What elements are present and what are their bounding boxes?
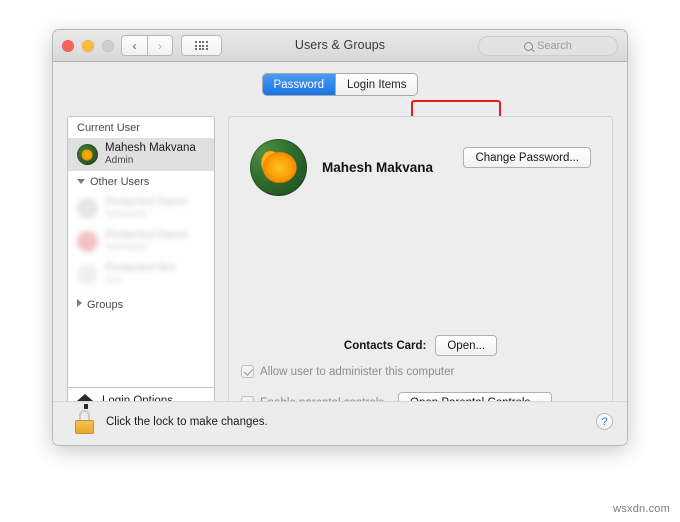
lock-message: Click the lock to make changes. — [106, 416, 268, 428]
tab-login-items[interactable]: Login Items — [335, 74, 418, 95]
sidebar-group-other-users[interactable]: Other Users — [68, 171, 214, 192]
sidebar-group-current-user: Current User — [68, 117, 214, 138]
sidebar-user-role: Admin — [105, 155, 134, 167]
admin-checkbox-label: Allow user to administer this computer — [260, 365, 455, 378]
watermark: wsxdn.com — [613, 503, 670, 515]
change-password-button[interactable]: Change Password... — [463, 147, 591, 168]
window-content: Password Login Items Current User Mahesh… — [53, 62, 627, 445]
chevron-down-icon[interactable] — [77, 179, 85, 184]
help-button[interactable]: ? — [596, 413, 613, 430]
contacts-card-label: Contacts Card: — [343, 339, 427, 352]
avatar[interactable] — [250, 139, 307, 196]
window-titlebar: ‹ › Users & Groups Search — [53, 30, 627, 62]
avatar — [77, 198, 98, 219]
sidebar-item-other-user[interactable]: Redacted Name Standard — [68, 192, 214, 225]
lock-bar: Click the lock to make changes. ? — [53, 401, 627, 445]
search-icon — [524, 41, 534, 51]
tab-bar: Password Login Items — [53, 74, 627, 95]
sidebar-item-current-user[interactable]: Mahesh Makvana Admin — [68, 138, 214, 171]
password-pane: Mahesh Makvana Change Password... Contac… — [228, 116, 613, 433]
avatar — [77, 144, 98, 165]
admin-checkbox — [241, 365, 254, 378]
search-placeholder: Search — [537, 40, 572, 52]
admin-checkbox-row[interactable]: Allow user to administer this computer — [241, 365, 454, 378]
sidebar-group-groups-label: Groups — [87, 299, 124, 311]
contacts-card-row: Contacts Card: Open... — [229, 335, 612, 356]
open-contacts-card-button[interactable]: Open... — [435, 335, 498, 356]
users-sidebar[interactable]: Current User Mahesh Makvana Admin Other … — [67, 116, 215, 388]
sidebar-item-other-user[interactable]: Redacted Nm Gst — [68, 258, 214, 291]
sidebar-group-other-users-label: Other Users — [90, 176, 150, 188]
search-field[interactable]: Search — [478, 36, 618, 56]
user-fullname: Mahesh Makvana — [322, 160, 434, 175]
lock-icon[interactable] — [75, 410, 94, 434]
sidebar-group-groups[interactable]: Groups — [68, 291, 214, 315]
preferences-window: ‹ › Users & Groups Search Password Login… — [53, 30, 627, 445]
user-header: Mahesh Makvana — [250, 139, 433, 196]
avatar — [77, 264, 98, 285]
sidebar-item-other-user[interactable]: Redacted Name Standard — [68, 225, 214, 258]
chevron-right-icon[interactable] — [77, 299, 82, 307]
sidebar-user-name: Mahesh Makvana — [105, 142, 196, 155]
avatar — [77, 231, 98, 252]
tab-password[interactable]: Password — [262, 74, 336, 95]
